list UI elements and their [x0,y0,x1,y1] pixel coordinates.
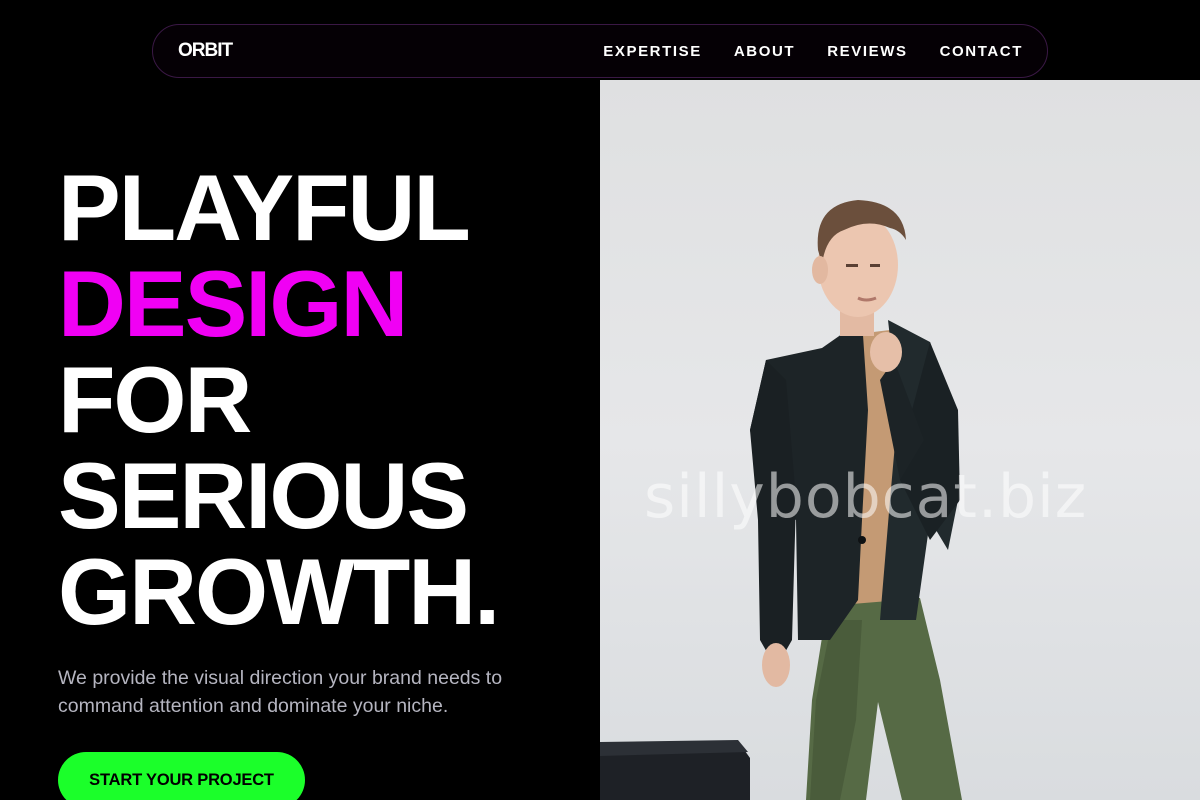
hero-photo: sillybobcat.biz [600,80,1200,800]
watermark-text: sillybobcat.biz [644,462,1088,532]
nav-links: EXPERTISE ABOUT REVIEWS CONTACT [571,43,1023,60]
nav-link-reviews[interactable]: REVIEWS [827,43,907,60]
model-illustration [600,200,962,800]
nav-link-about[interactable]: ABOUT [734,43,795,60]
headline-line-3: FOR [58,347,252,452]
hero-subtext: We provide the visual direction your bra… [58,667,503,717]
start-project-button[interactable]: START YOUR PROJECT [58,752,305,800]
headline-line-2-accent: DESIGN [58,251,408,356]
nav-link-expertise[interactable]: EXPERTISE [603,43,702,60]
top-navigation: ORBIT EXPERTISE ABOUT REVIEWS CONTACT [152,24,1048,78]
hero-headline: PLAYFUL DESIGN FOR SERIOUS GROWTH. [58,155,500,644]
headline-line-4: SERIOUS [58,443,469,548]
logo[interactable]: ORBIT [178,40,233,62]
headline-line-5: GROWTH. [58,539,500,644]
nav-link-contact[interactable]: CONTACT [940,43,1023,60]
headline-line-1: PLAYFUL [58,155,471,260]
